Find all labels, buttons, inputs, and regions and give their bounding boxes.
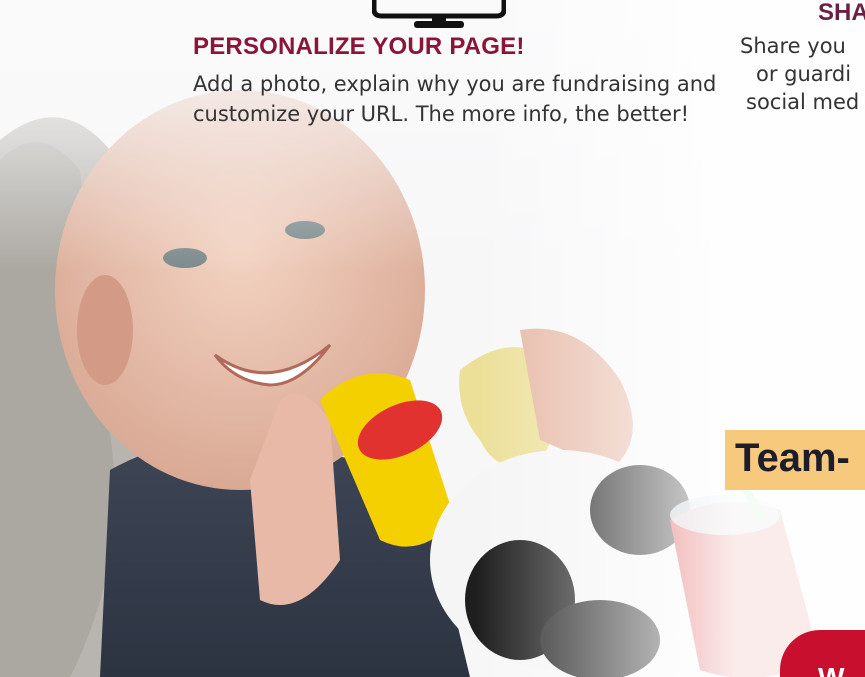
team-label: Team- xyxy=(735,436,850,480)
team-badge: Team- xyxy=(725,430,865,490)
step-title: PERSONALIZE YOUR PAGE! xyxy=(193,33,525,60)
step-description: Add a photo, explain why you are fundrai… xyxy=(193,72,717,126)
share-line-3: social med xyxy=(746,90,860,114)
share-step-description: Share you or guardi social med xyxy=(740,32,865,116)
share-line-2: or guardi xyxy=(756,62,852,86)
monitor-icon xyxy=(372,0,506,28)
share-line-1: Share you xyxy=(740,34,846,58)
share-step-title: SHA xyxy=(818,0,865,26)
bottom-badge-text: W xyxy=(818,662,844,677)
